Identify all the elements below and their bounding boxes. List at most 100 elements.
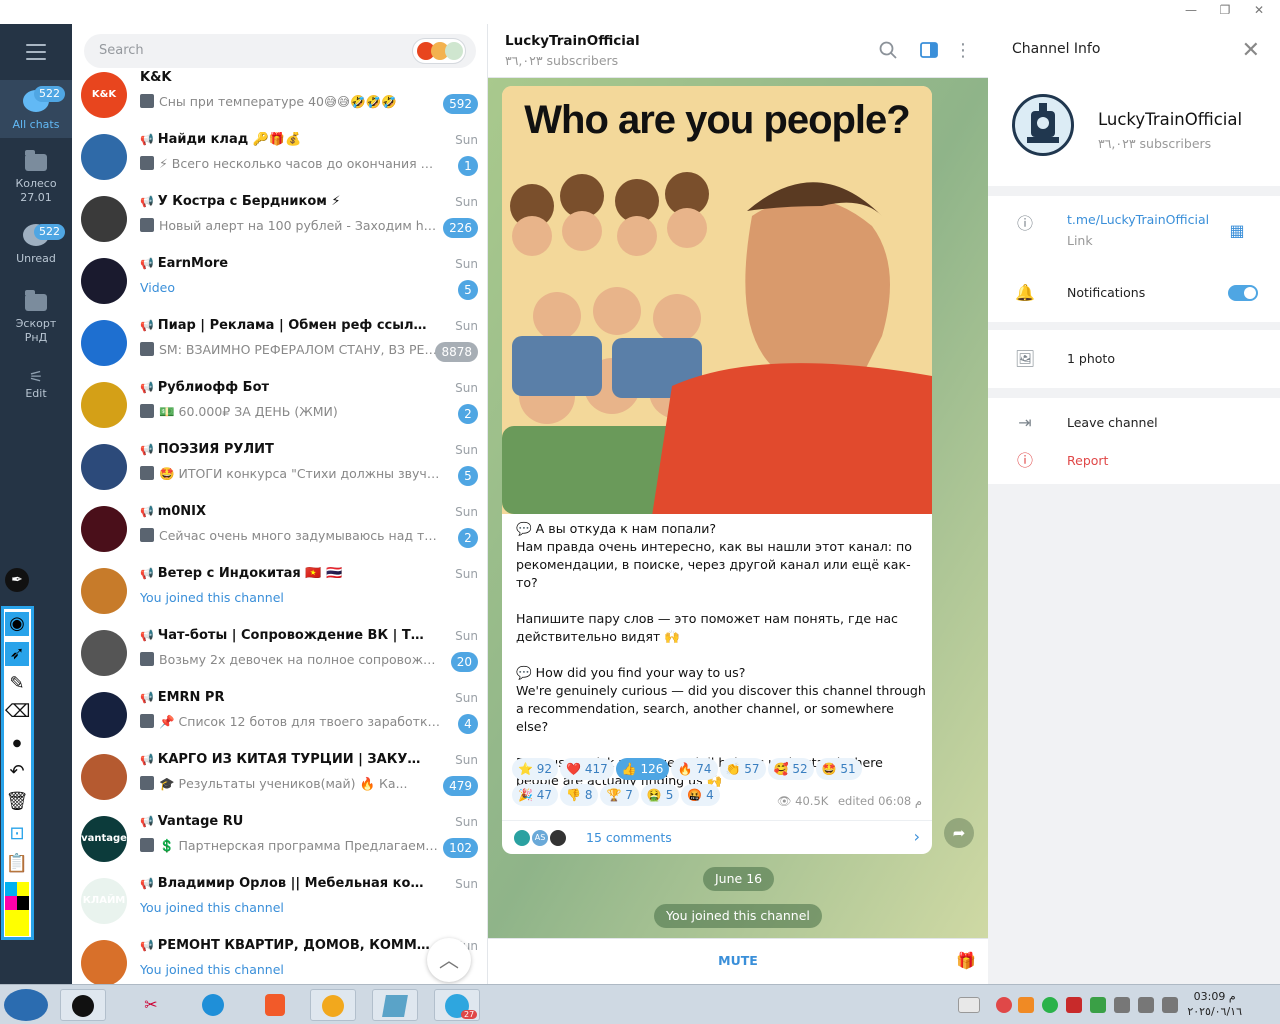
reaction-chip[interactable]: 🏆 7 bbox=[600, 784, 639, 806]
close-window-button[interactable]: ✕ bbox=[1244, 3, 1274, 17]
taskbar-app-brave[interactable] bbox=[252, 989, 298, 1021]
share-icon[interactable]: ➦ bbox=[944, 818, 974, 848]
chat-row[interactable]: 📢 Чат-боты | Сопровождение ВК | Таргет Sun… bbox=[72, 622, 487, 684]
reaction-count: 51 bbox=[840, 762, 856, 776]
taskbar-app-pen[interactable] bbox=[60, 989, 106, 1021]
folder-edit[interactable]: ⚟ Edit bbox=[0, 369, 72, 410]
taskbar-app-telegram[interactable]: 27 bbox=[434, 989, 480, 1021]
chat-row[interactable]: 📢 Найди клад 🔑🎁💰 Sun ⚡ Всего несколько часо… bbox=[72, 126, 487, 188]
restore-button[interactable]: ❐ bbox=[1210, 3, 1240, 17]
chat-title[interactable]: LuckyTrainOfficial bbox=[505, 33, 640, 49]
mute-button[interactable]: MUTE bbox=[488, 953, 988, 968]
preview-text: ⚡ Всего несколько часов до окончания наш… bbox=[159, 156, 440, 171]
minimize-button[interactable]: — bbox=[1176, 3, 1206, 17]
chat-row[interactable]: 📢 EarnMore Sun Video 5 bbox=[72, 250, 487, 312]
comments-link[interactable]: 15 comments bbox=[586, 830, 672, 845]
highlighter-icon[interactable]: ✎ bbox=[5, 672, 29, 696]
reaction-chip[interactable]: 🔥 74 bbox=[671, 758, 718, 780]
start-button[interactable] bbox=[4, 989, 48, 1021]
reaction-chip[interactable]: 🤬 4 bbox=[681, 784, 720, 806]
stories-badge[interactable] bbox=[412, 38, 466, 64]
tray-app-icon[interactable] bbox=[1090, 997, 1106, 1013]
tray-app-icon[interactable] bbox=[1018, 997, 1034, 1013]
scroll-up-button[interactable]: ︿ bbox=[427, 938, 471, 982]
chat-row[interactable]: 📢 Ветер с Индокитая 🇻🇳 🇹🇭 Sun You joined th… bbox=[72, 560, 487, 622]
network-icon[interactable] bbox=[1138, 997, 1154, 1013]
clipboard-icon[interactable]: 📋 bbox=[5, 852, 29, 876]
reaction-chip[interactable]: 🥰 52 bbox=[767, 758, 814, 780]
post-image[interactable]: Who are you people? bbox=[502, 86, 932, 514]
chat-header[interactable]: LuckyTrainOfficial ٣٦,٠٢٣ subscribers ⋮ bbox=[488, 24, 988, 78]
folder-unread[interactable]: 522 Unread bbox=[0, 224, 72, 274]
tray-app-icon[interactable] bbox=[996, 997, 1012, 1013]
tray-app-icon[interactable] bbox=[1066, 997, 1082, 1013]
pen-logo-icon[interactable]: ✒ bbox=[5, 568, 29, 592]
close-icon[interactable]: ✕ bbox=[1242, 38, 1260, 63]
search-input[interactable]: Search bbox=[84, 34, 476, 68]
chat-row[interactable]: K&K K&K Сны при температуре 40😅😅🤣🤣🤣 592 bbox=[72, 64, 487, 126]
undo-icon[interactable]: ↶ bbox=[5, 760, 29, 784]
chat-row[interactable]: 📢РЕМОНТ КВАРТИР, ДОМОВ, КОММЕРЧЕСКИ...Su… bbox=[72, 932, 487, 984]
trash-icon[interactable]: 🗑 bbox=[5, 790, 29, 814]
search-placeholder: Search bbox=[99, 43, 144, 58]
reaction-chip[interactable]: 🎉 47 bbox=[512, 784, 559, 806]
chat-row[interactable]: КЛАЙМ 📢Владимир Орлов || Мебельная компан… bbox=[72, 870, 487, 932]
sidebar-toggle-icon[interactable] bbox=[919, 41, 939, 61]
color-swatch[interactable] bbox=[17, 896, 29, 910]
unread-badge: 2 bbox=[458, 404, 478, 424]
folder-label: Unread bbox=[16, 252, 56, 265]
chat-row[interactable]: 📢 ПОЭЗИЯ РУЛИТ Sun 🤩 ИТОГИ конкурса "Стихи … bbox=[72, 436, 487, 498]
tray-app-icon[interactable] bbox=[1042, 997, 1058, 1013]
chat-row[interactable]: 📢КАРГО ИЗ КИТАЯ ТУРЦИИ | ЗАКУПКИ ИЗ 7 С.… bbox=[72, 746, 487, 808]
reaction-chip[interactable]: 🤩 51 bbox=[815, 758, 862, 780]
comments-bar[interactable]: AS 15 comments › bbox=[502, 820, 932, 854]
taskbar-app-edge[interactable] bbox=[190, 989, 236, 1021]
dot-icon[interactable]: ● bbox=[5, 732, 29, 756]
reaction-chip[interactable]: 👏 57 bbox=[719, 758, 766, 780]
color-swatch[interactable] bbox=[5, 882, 17, 896]
channel-link[interactable]: t.me/LuckyTrainOfficial bbox=[1067, 212, 1209, 227]
camera-icon[interactable]: ⊡ bbox=[5, 822, 29, 846]
taskbar-clock[interactable]: 03:09 م ٢٠٢٥/٠٦/١٦ bbox=[1187, 989, 1242, 1019]
link-row[interactable]: ⓘ t.me/LuckyTrainOfficial Link ▦ bbox=[988, 210, 1280, 254]
eraser-icon[interactable]: ⌫ bbox=[5, 700, 30, 724]
chat-row[interactable]: 📢 Рублиофф Бот Sun 💵 60.000₽ ЗА ДЕНЬ (ЖМИ) 2 bbox=[72, 374, 487, 436]
search-icon[interactable] bbox=[878, 41, 898, 61]
tray-pen-icon[interactable] bbox=[958, 997, 980, 1013]
folder-koleso[interactable]: Колесо 27.01 bbox=[0, 150, 72, 214]
folder-escort[interactable]: Эскорт РнД bbox=[0, 290, 72, 350]
cursor-icon[interactable]: ➶ bbox=[5, 642, 29, 666]
eye-icon[interactable]: ◉ bbox=[5, 612, 29, 636]
reaction-chip[interactable]: ❤️ 417 bbox=[560, 758, 614, 780]
flag-icon[interactable] bbox=[1114, 997, 1130, 1013]
color-swatch[interactable] bbox=[17, 882, 29, 896]
notifications-row[interactable]: 🔔 Notifications bbox=[988, 280, 1280, 310]
chat-row[interactable]: vantage 📢 Vantage RU Sun 💲 Партнерская прогр… bbox=[72, 808, 487, 870]
chat-row[interactable]: 📢 m0NIX Sun Сейчас очень много задумываюсь … bbox=[72, 498, 487, 560]
reaction-chip[interactable]: 👍 126 bbox=[615, 758, 670, 780]
more-vertical-icon[interactable]: ⋮ bbox=[953, 41, 973, 61]
volume-icon[interactable] bbox=[1162, 997, 1178, 1013]
chat-row[interactable]: 📢 У Костра с Бердником ⚡ Sun Новый алерт на… bbox=[72, 188, 487, 250]
channel-avatar[interactable] bbox=[1012, 94, 1074, 156]
notifications-toggle[interactable] bbox=[1228, 285, 1258, 301]
color-palette[interactable] bbox=[5, 882, 29, 936]
reaction-chip[interactable]: ⭐ 92 bbox=[512, 758, 559, 780]
taskbar-app-vpn[interactable] bbox=[310, 989, 356, 1021]
taskbar-app-notes[interactable] bbox=[372, 989, 418, 1021]
folder-all-chats[interactable]: 522 All chats bbox=[0, 80, 72, 138]
gift-icon[interactable]: 🎁 bbox=[956, 951, 976, 971]
photos-row[interactable]: 🖼 1 photo bbox=[988, 348, 1280, 372]
color-swatch[interactable] bbox=[5, 896, 17, 910]
menu-icon[interactable] bbox=[26, 44, 46, 65]
qr-code-icon[interactable]: ▦ bbox=[1226, 220, 1248, 242]
leave-row[interactable]: ⇥ Leave channel bbox=[988, 412, 1280, 436]
chat-preview: 🎓 Результаты учеников(май) 🔥 Ка... bbox=[140, 776, 440, 792]
color-swatch[interactable] bbox=[5, 910, 29, 936]
chat-row[interactable]: 📢 EMRN PR Sun 📌 Список 12 ботов для твоего … bbox=[72, 684, 487, 746]
chat-row[interactable]: 📢Пиар | Реклама | Обмен реф ссылками 👈 Su… bbox=[72, 312, 487, 374]
taskbar-app-snipping[interactable]: ✂ bbox=[128, 989, 174, 1021]
reaction-chip[interactable]: 👎 8 bbox=[560, 784, 599, 806]
report-row[interactable]: ⓘ Report bbox=[988, 450, 1280, 474]
reaction-chip[interactable]: 🤮 5 bbox=[640, 784, 680, 806]
